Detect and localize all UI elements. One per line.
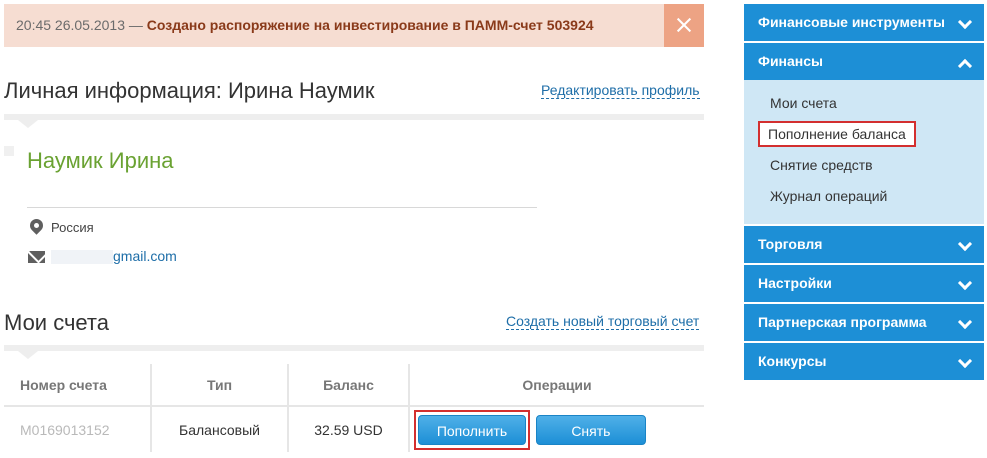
sidebar-item-label: Торговля xyxy=(758,236,823,252)
notification-text: 20:45 26.05.2013 — Создано распоряжение … xyxy=(16,17,594,33)
sidebar-sub-my-accounts[interactable]: Мои счета xyxy=(744,88,984,119)
sidebar-item-label: Конкурсы xyxy=(758,353,827,369)
sidebar-item-label: Партнерская программа xyxy=(758,314,927,330)
sidebar-sub-withdraw[interactable]: Снятие средств xyxy=(744,150,984,181)
sidebar-item-trading[interactable]: Торговля xyxy=(744,226,984,263)
replenish-button[interactable]: Пополнить xyxy=(418,414,526,445)
sidebar-item-contests[interactable]: Конкурсы xyxy=(744,343,984,380)
edit-profile-link[interactable]: Редактировать профиль xyxy=(541,82,700,99)
account-number: M0169013152 xyxy=(4,406,152,452)
create-account-link[interactable]: Создать новый торговый счет xyxy=(506,313,700,330)
sidebar-sub-replenish-balance[interactable]: Пополнение баланса xyxy=(744,119,984,150)
chevron-down-icon xyxy=(957,275,973,291)
replenish-highlight: Пополнить xyxy=(414,409,530,450)
sidebar-sub-operations-log[interactable]: Журнал операций xyxy=(744,181,984,212)
table-header-row: Номер счета Тип Баланс Операции xyxy=(4,364,704,407)
avatar-placeholder xyxy=(4,146,14,156)
sidebar: Финансовые инструменты Финансы Мои счета… xyxy=(744,4,984,382)
col-type: Тип xyxy=(151,364,289,407)
chevron-down-icon xyxy=(957,314,973,330)
col-account-number: Номер счета xyxy=(4,364,152,407)
chevron-down-icon xyxy=(957,236,973,252)
email-domain[interactable]: gmail.com xyxy=(113,248,177,264)
withdraw-button[interactable]: Снять xyxy=(535,414,646,445)
profile-country: Россия xyxy=(51,219,94,235)
sidebar-item-financial-instruments[interactable]: Финансовые инструменты xyxy=(744,4,984,41)
sidebar-item-label: Настройки xyxy=(758,275,832,291)
accounts-divider xyxy=(4,345,704,351)
account-balance: 32.59 USD xyxy=(288,406,410,452)
profile-divider-notch xyxy=(18,120,38,128)
sidebar-item-finance[interactable]: Финансы xyxy=(744,43,984,80)
sidebar-item-label: Финансовые инструменты xyxy=(758,14,945,30)
profile-divider xyxy=(4,114,704,120)
sidebar-sub-label: Пополнение баланса xyxy=(758,121,916,147)
col-balance: Баланс xyxy=(288,364,410,407)
profile-info-divider xyxy=(27,207,537,208)
sidebar-finance-submenu: Мои счета Пополнение баланса Снятие сред… xyxy=(744,80,984,224)
notification-message: Создано распоряжение на инвестирование в… xyxy=(146,17,594,33)
chevron-down-icon xyxy=(957,353,973,369)
sidebar-item-settings[interactable]: Настройки xyxy=(744,265,984,302)
account-operations: Пополнить Снять xyxy=(409,406,704,452)
close-icon[interactable] xyxy=(664,4,704,47)
accounts-table: Номер счета Тип Баланс Операции M0169013… xyxy=(4,364,704,452)
accounts-divider-notch xyxy=(18,351,38,359)
account-type: Балансовый xyxy=(151,406,289,452)
location-pin-icon xyxy=(27,216,46,235)
email-redacted xyxy=(51,250,113,265)
table-row: M0169013152 Балансовый 32.59 USD Пополни… xyxy=(4,406,704,452)
profile-email[interactable]: gmail.com xyxy=(51,248,177,265)
profile-name: Наумик Ирина xyxy=(27,148,174,173)
notification-time: 20:45 26.05.2013 — xyxy=(16,17,143,33)
sidebar-item-partner-program[interactable]: Партнерская программа xyxy=(744,304,984,341)
notification-bar: 20:45 26.05.2013 — Создано распоряжение … xyxy=(4,4,704,47)
chevron-down-icon xyxy=(957,14,973,30)
col-operations: Операции xyxy=(409,364,704,407)
country-value: Россия xyxy=(51,220,94,235)
profile-title: Личная информация: Ирина Наумик xyxy=(4,78,375,103)
accounts-title: Мои счета xyxy=(4,310,109,335)
sidebar-item-label: Финансы xyxy=(758,53,823,69)
mail-icon xyxy=(28,251,45,263)
chevron-up-icon xyxy=(957,58,973,74)
